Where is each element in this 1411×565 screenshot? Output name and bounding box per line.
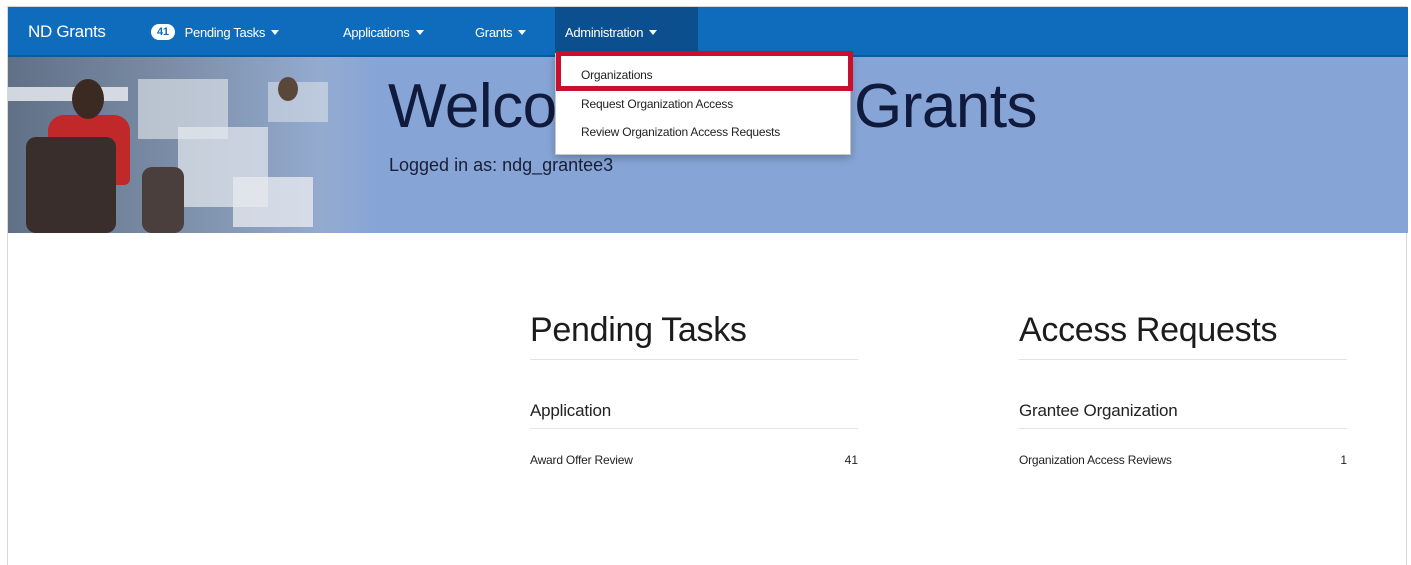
welcome-heading: Welco [388, 72, 557, 141]
nav-pending-tasks[interactable]: 41 Pending Tasks [141, 7, 289, 57]
menu-item-request-organization-access[interactable]: Request Organization Access [581, 97, 733, 111]
administration-dropdown-menu: Organizations Request Organization Acces… [555, 51, 853, 155]
access-requests-title: Access Requests [1019, 311, 1278, 349]
nav-pending-tasks-label: Pending Tasks [184, 24, 266, 40]
menu-item-organizations[interactable]: Organizations [581, 68, 653, 82]
logged-in-text: Logged in as: ndg_grantee3 [389, 155, 614, 175]
divider [530, 428, 858, 429]
chevron-down-icon [415, 29, 424, 35]
access-count: 1 [1340, 453, 1347, 467]
divider [1019, 359, 1347, 360]
chevron-down-icon [518, 29, 527, 35]
nav-administration[interactable]: Administration [555, 7, 698, 57]
pending-tasks-title: Pending Tasks [530, 311, 747, 349]
nav-administration-label: Administration [565, 24, 644, 40]
access-requests-section-heading: Grantee Organization [1019, 401, 1178, 420]
divider [1019, 428, 1347, 429]
task-link-award-offer-review[interactable]: Award Offer Review [530, 453, 633, 467]
pending-tasks-section-heading: Application [530, 401, 611, 420]
nav-grants[interactable]: Grants [465, 7, 536, 57]
brand-link[interactable]: ND Grants [28, 22, 106, 42]
access-link-organization-access-reviews[interactable]: Organization Access Reviews [1019, 453, 1172, 467]
chevron-down-icon [271, 29, 280, 35]
welcome-heading-suffix: Grants [854, 72, 1038, 141]
pending-count-badge: 41 [151, 24, 175, 40]
chevron-down-icon [649, 29, 658, 35]
task-count: 41 [844, 453, 858, 467]
menu-item-review-organization-access-requests[interactable]: Review Organization Access Requests [581, 125, 780, 139]
divider [530, 359, 858, 360]
office-photo [8, 57, 378, 233]
top-navbar: ND Grants 41 Pending Tasks Applications … [8, 7, 1408, 57]
nav-applications[interactable]: Applications [333, 7, 434, 57]
nav-grants-label: Grants [475, 24, 513, 40]
app-frame: ND Grants 41 Pending Tasks Applications … [7, 6, 1408, 565]
nav-applications-label: Applications [343, 24, 410, 40]
